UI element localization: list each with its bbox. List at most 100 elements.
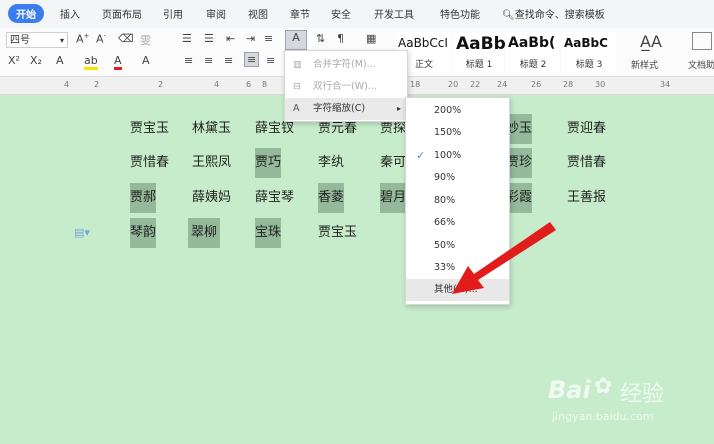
bullet-list-icon[interactable]: ☰ <box>182 32 192 45</box>
style-heading-2[interactable]: AaBb( 标题 2 <box>506 32 560 72</box>
tab-security[interactable]: 安全 <box>331 6 351 21</box>
table-cell[interactable]: 王善报 <box>567 183 606 213</box>
ruler-number: 22 <box>470 80 481 89</box>
ruler-number: 8 <box>262 80 268 89</box>
red-arrow-annotation <box>452 222 556 294</box>
style-heading-1[interactable]: AaBb 标题 1 <box>454 32 506 72</box>
ruler-number: 2 <box>158 80 164 89</box>
justify-icon[interactable]: ≡ <box>244 52 260 67</box>
table-cell[interactable]: 薛宝琴 <box>255 183 294 213</box>
tab-chapter[interactable]: 章节 <box>290 6 310 21</box>
table-cell[interactable]: 碧月 <box>380 183 407 213</box>
table-cell[interactable]: 贾宝玉 <box>130 114 169 144</box>
table-cell[interactable]: 琴韵 <box>130 218 157 248</box>
scale-option-selected[interactable]: ✓ 100% <box>406 145 509 167</box>
ruler-number: 34 <box>660 80 671 89</box>
scale-option[interactable]: 90% <box>406 167 509 189</box>
subscript-icon[interactable]: X₂ <box>30 54 42 67</box>
scale-option[interactable]: 150% <box>406 122 509 144</box>
ruler-number: 6 <box>246 80 252 89</box>
clear-format-icon[interactable]: ⌫ <box>118 32 134 45</box>
tab-special[interactable]: 特色功能 <box>440 6 480 21</box>
new-style-icon[interactable]: A̲A <box>640 32 662 51</box>
watermark-url: jingyan.baidu.com <box>552 410 654 423</box>
watermark-brand: Bai <box>548 376 591 404</box>
shrink-font-icon[interactable]: A- <box>96 32 106 46</box>
table-cell[interactable]: 薛姨妈 <box>192 183 231 213</box>
table-cell[interactable]: 李纨 <box>318 148 344 178</box>
table-cell[interactable]: 贾巧 <box>255 148 282 178</box>
show-marks-icon[interactable]: ¶ <box>337 32 344 45</box>
menu-item-combine-chars[interactable]: ▥ 合并字符(M)... <box>285 55 407 75</box>
char-scale-dropdown: ▥ 合并字符(M)... ⊟ 双行合一(W)... A 字符缩放(C) ▸ <box>284 50 408 122</box>
scale-option[interactable]: 80% <box>406 190 509 212</box>
search-command[interactable]: 🔍︎查找命令、搜索模板 <box>502 6 605 21</box>
ruler-number: 4 <box>64 80 70 89</box>
doc-assistant-icon[interactable] <box>692 32 712 50</box>
decrease-indent-icon[interactable]: ⇤ <box>226 32 235 45</box>
checkmark-icon: ✓ <box>416 149 426 162</box>
font-size-select[interactable]: 四号 ▾ <box>6 32 68 48</box>
phonetic-icon[interactable]: 雯 <box>140 32 151 48</box>
doc-assistant-button[interactable]: 文档助 <box>688 58 714 71</box>
char-scale-icon: A <box>293 103 300 114</box>
baidu-watermark: Bai ✿ 经验 jingyan.baidu.com <box>548 372 708 438</box>
table-cell[interactable]: 贾宝玉 <box>318 218 357 248</box>
ruler-number: 28 <box>563 80 574 89</box>
sort-icon[interactable]: ⇅ <box>316 32 325 45</box>
font-color-icon[interactable]: A <box>114 54 122 70</box>
align-center-icon[interactable]: ≡ <box>204 54 213 67</box>
tab-review[interactable]: 审阅 <box>206 6 226 21</box>
ruler-number: 2 <box>94 80 100 89</box>
combine-chars-icon: ▥ <box>293 59 302 70</box>
table-cell[interactable]: 林黛玉 <box>192 114 231 144</box>
superscript-icon[interactable]: X² <box>8 54 20 67</box>
search-icon: 🔍︎ <box>502 10 515 21</box>
highlight-icon[interactable]: ab <box>84 54 98 70</box>
table-cell[interactable]: 秦可 <box>380 148 406 178</box>
tab-developer[interactable]: 开发工具 <box>374 6 414 21</box>
borders-icon[interactable]: ▦ <box>366 32 376 45</box>
ruler-number: 30 <box>595 80 606 89</box>
menu-item-char-scale[interactable]: A 字符缩放(C) ▸ <box>285 98 407 120</box>
chevron-right-icon: ▸ <box>396 104 401 113</box>
tab-view[interactable]: 视图 <box>248 6 268 21</box>
ruler-number: 26 <box>531 80 542 89</box>
two-lines-icon: ⊟ <box>293 81 301 92</box>
table-cell[interactable]: 宝珠 <box>255 218 282 248</box>
font-size-value: 四号 <box>10 35 30 46</box>
increase-indent-icon[interactable]: ⇥ <box>246 32 255 45</box>
ruler-number: 24 <box>497 80 508 89</box>
table-cell[interactable]: 香菱 <box>318 183 345 213</box>
tab-home[interactable]: 开始 <box>8 4 44 23</box>
line-spacing-icon[interactable]: ≡ <box>264 32 273 45</box>
scale-option[interactable]: 200% <box>406 100 509 122</box>
align-left-icon[interactable]: ≡ <box>184 54 193 67</box>
tab-bar: 开始 插入 页面布局 引用 审阅 视图 章节 安全 开发工具 特色功能 🔍︎查找… <box>0 0 714 29</box>
table-cell[interactable]: 贾惜春 <box>130 148 169 178</box>
tab-insert[interactable]: 插入 <box>60 6 80 21</box>
ruler-number: 18 <box>410 80 421 89</box>
tab-page-layout[interactable]: 页面布局 <box>102 6 142 21</box>
menu-item-two-lines-in-one[interactable]: ⊟ 双行合一(W)... <box>285 77 407 97</box>
paragraph-handle-icon[interactable]: ▤▾ <box>74 226 90 239</box>
table-cell[interactable]: 王熙凤 <box>192 148 231 178</box>
style-heading-3[interactable]: AaBbC 标题 3 <box>562 32 616 72</box>
numbered-list-icon[interactable]: ☰ <box>204 32 214 45</box>
paw-icon: ✿ <box>594 374 613 399</box>
ruler-number: 4 <box>214 80 220 89</box>
new-style-button[interactable]: 新样式 <box>631 58 658 71</box>
grow-font-icon[interactable]: A+ <box>76 32 89 46</box>
table-cell[interactable]: 贾郝 <box>130 183 157 213</box>
ruler-number: 20 <box>448 80 459 89</box>
table-cell[interactable]: 贾惜春 <box>567 148 606 178</box>
table-cell[interactable]: 翠柳 <box>188 218 221 248</box>
char-scale-icon[interactable]: A <box>285 30 307 50</box>
text-effect-icon[interactable]: A <box>56 54 64 67</box>
distribute-icon[interactable]: ≡ <box>266 54 275 67</box>
table-cell[interactable]: 贾迎春 <box>567 114 606 144</box>
watermark-jingyan: 经验 <box>620 382 665 407</box>
tab-references[interactable]: 引用 <box>163 6 183 21</box>
align-right-icon[interactable]: ≡ <box>224 54 233 67</box>
char-shading-icon[interactable]: A <box>142 54 150 67</box>
